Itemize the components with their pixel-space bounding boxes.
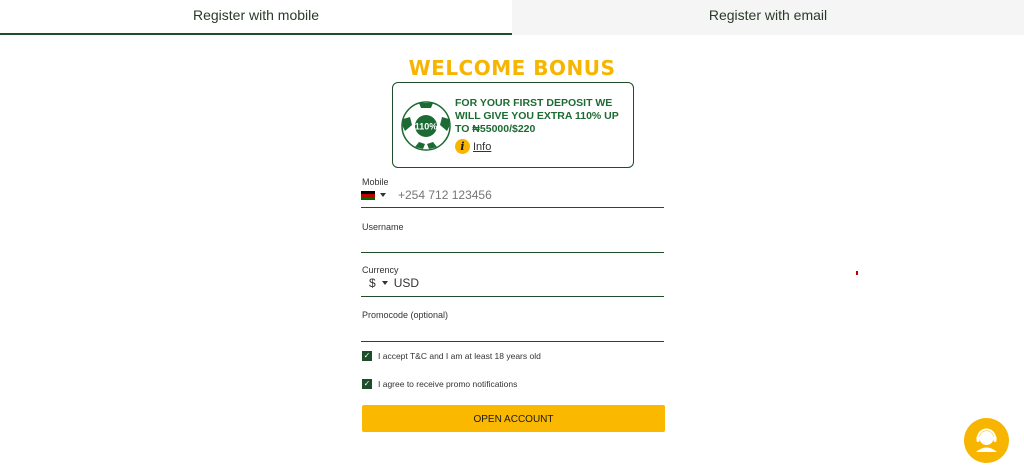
accept-terms-label: I accept T&C and I am at least 18 years … — [378, 351, 541, 361]
accept-terms-row: ✓ I accept T&C and I am at least 18 year… — [362, 351, 541, 361]
currency-dropdown-caret-icon[interactable] — [381, 281, 388, 285]
open-account-button[interactable]: OPEN ACCOUNT — [362, 405, 665, 432]
welcome-bonus-title: WELCOME BONUS — [408, 56, 616, 80]
promo-notifications-row: ✓ I agree to receive promo notifications — [362, 379, 517, 389]
bonus-description: FOR YOUR FIRST DEPOSIT WE WILL GIVE YOU … — [455, 97, 619, 135]
username-field: Username — [361, 222, 664, 253]
registration-tabs: Register with mobile Register with email — [0, 0, 1024, 35]
ball-percent-text: 110% — [415, 122, 438, 132]
info-link[interactable]: Info — [473, 141, 491, 153]
accept-terms-checkbox[interactable]: ✓ — [362, 351, 372, 361]
currency-symbol: $ — [369, 276, 376, 290]
promocode-label: Promocode (optional) — [362, 310, 449, 320]
currency-select[interactable]: $ USD — [369, 276, 419, 290]
info-row: i Info — [455, 139, 491, 154]
username-input[interactable] — [361, 234, 661, 248]
red-mark — [856, 271, 858, 275]
promo-notifications-label: I agree to receive promo notifications — [378, 379, 518, 389]
promo-notifications-checkbox[interactable]: ✓ — [362, 379, 372, 389]
tab-register-email[interactable]: Register with email — [512, 0, 1024, 35]
country-dropdown-caret-icon[interactable] — [380, 193, 386, 197]
support-agent-icon — [976, 428, 997, 452]
support-chat-button[interactable] — [964, 418, 1009, 463]
mobile-input[interactable] — [398, 188, 638, 202]
currency-value: USD — [393, 276, 420, 290]
username-label: Username — [362, 222, 404, 232]
info-icon[interactable]: i — [455, 139, 470, 154]
mobile-label: Mobile — [362, 177, 389, 187]
mobile-field: Mobile — [361, 177, 664, 208]
soccer-ball-icon: 110% — [401, 101, 451, 151]
promocode-field: Promocode (optional) — [361, 310, 664, 342]
mobile-input-row — [361, 188, 638, 202]
currency-label: Currency — [362, 265, 399, 275]
tab-register-mobile[interactable]: Register with mobile — [0, 0, 512, 35]
bonus-card: 110% FOR YOUR FIRST DEPOSIT WE WILL GIVE… — [392, 82, 634, 168]
kenya-flag-icon[interactable] — [361, 190, 375, 200]
promocode-input[interactable] — [361, 323, 661, 337]
currency-field: Currency $ USD — [361, 265, 664, 297]
